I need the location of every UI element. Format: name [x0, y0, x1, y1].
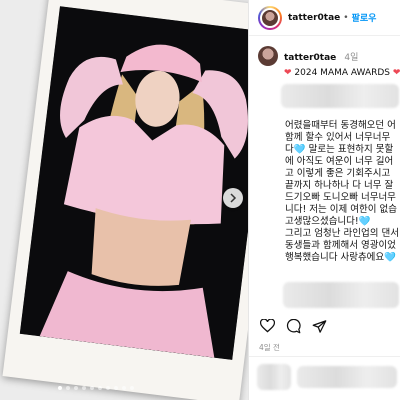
caption-line: 고생많으셨습니다!🩵: [285, 216, 371, 227]
heart-outline-icon: [259, 319, 275, 333]
caption-line: 니다! 저는 이제 여한이 없습: [285, 204, 398, 215]
red-heart-icon: ❤: [284, 68, 292, 78]
caption-line: 어렸을때부터 동경해오던 어: [285, 120, 396, 131]
person-photo-illustration: [19, 6, 248, 360]
caption-line: 드기오빠 도니오빠 너무너무: [285, 192, 396, 203]
divider: [249, 356, 400, 357]
carousel-next-button[interactable]: [223, 188, 243, 208]
caption-line: 다🩵 말로는 표현하지 못할: [285, 144, 394, 155]
caption-line: 에 아직도 여운이 너무 길어: [285, 156, 394, 167]
caption-header: tatter0tae 4일 ❤ 2024 MAMA AWARDS ❤: [249, 36, 400, 78]
caption-first-line-text: 2024 MAMA AWARDS: [294, 68, 391, 78]
caption-first-line: ❤ 2024 MAMA AWARDS ❤: [284, 68, 400, 78]
polaroid-frame: [2, 0, 248, 400]
caption-line: 고 이렇게 좋은 기회주시고: [285, 168, 391, 179]
post-photo: [19, 6, 248, 360]
follow-button[interactable]: 팔로우: [352, 11, 377, 24]
chevron-right-icon: [230, 193, 237, 203]
post-header: tatter0tae • 팔로우: [249, 0, 400, 36]
paper-plane-icon: [312, 319, 326, 333]
carousel-dots: [58, 386, 134, 390]
blurred-region: [257, 364, 291, 390]
carousel-dot[interactable]: [66, 386, 70, 390]
caption-time: 4일: [344, 53, 359, 63]
comment-button[interactable]: [285, 318, 301, 334]
post-date: 4일 전: [259, 343, 280, 352]
caption-avatar[interactable]: [258, 46, 278, 66]
avatar-story-ring[interactable]: [258, 5, 282, 30]
post-media: [0, 0, 248, 400]
caption-text: 어렸을때부터 동경해오던 어 함께 할수 있어서 너무너무 다🩵 말로는 표현하…: [285, 120, 400, 264]
share-button[interactable]: [311, 318, 327, 334]
username-link[interactable]: tatter0tae: [288, 13, 340, 23]
carousel-dot[interactable]: [74, 386, 78, 390]
carousel-dot[interactable]: [82, 386, 86, 390]
red-heart-icon: ❤: [392, 68, 400, 78]
caption-line: 동생들과 함께해서 영광이었: [285, 240, 396, 251]
post-actions: [259, 318, 399, 334]
blurred-region: [297, 366, 397, 388]
separator-dot: •: [343, 12, 349, 23]
like-button[interactable]: [259, 318, 275, 334]
post-details-panel: tatter0tae • 팔로우 tatter0tae 4일 ❤ 2024 MA…: [248, 0, 400, 400]
carousel-dot[interactable]: [106, 386, 110, 390]
carousel-dot[interactable]: [90, 386, 94, 390]
caption-line: 끝까지 하나하나 다 너무 잘: [285, 180, 394, 191]
caption-line: 행복했습니다 사랑츄에요🩵: [285, 252, 396, 263]
caption-line: 함께 할수 있어서 너무너무: [285, 132, 391, 143]
carousel-dot[interactable]: [98, 386, 102, 390]
carousel-dot[interactable]: [58, 386, 62, 390]
carousel-dot[interactable]: [114, 386, 118, 390]
blurred-region: [281, 84, 399, 108]
caption-line: 그리고 엄청난 라인업의 댄서: [285, 228, 399, 239]
carousel-dot[interactable]: [122, 386, 126, 390]
carousel-dot[interactable]: [130, 386, 134, 390]
avatar: [260, 7, 280, 28]
blurred-region: [283, 282, 399, 308]
caption-username[interactable]: tatter0tae: [284, 53, 336, 63]
comment-bubble-icon: [286, 318, 301, 333]
